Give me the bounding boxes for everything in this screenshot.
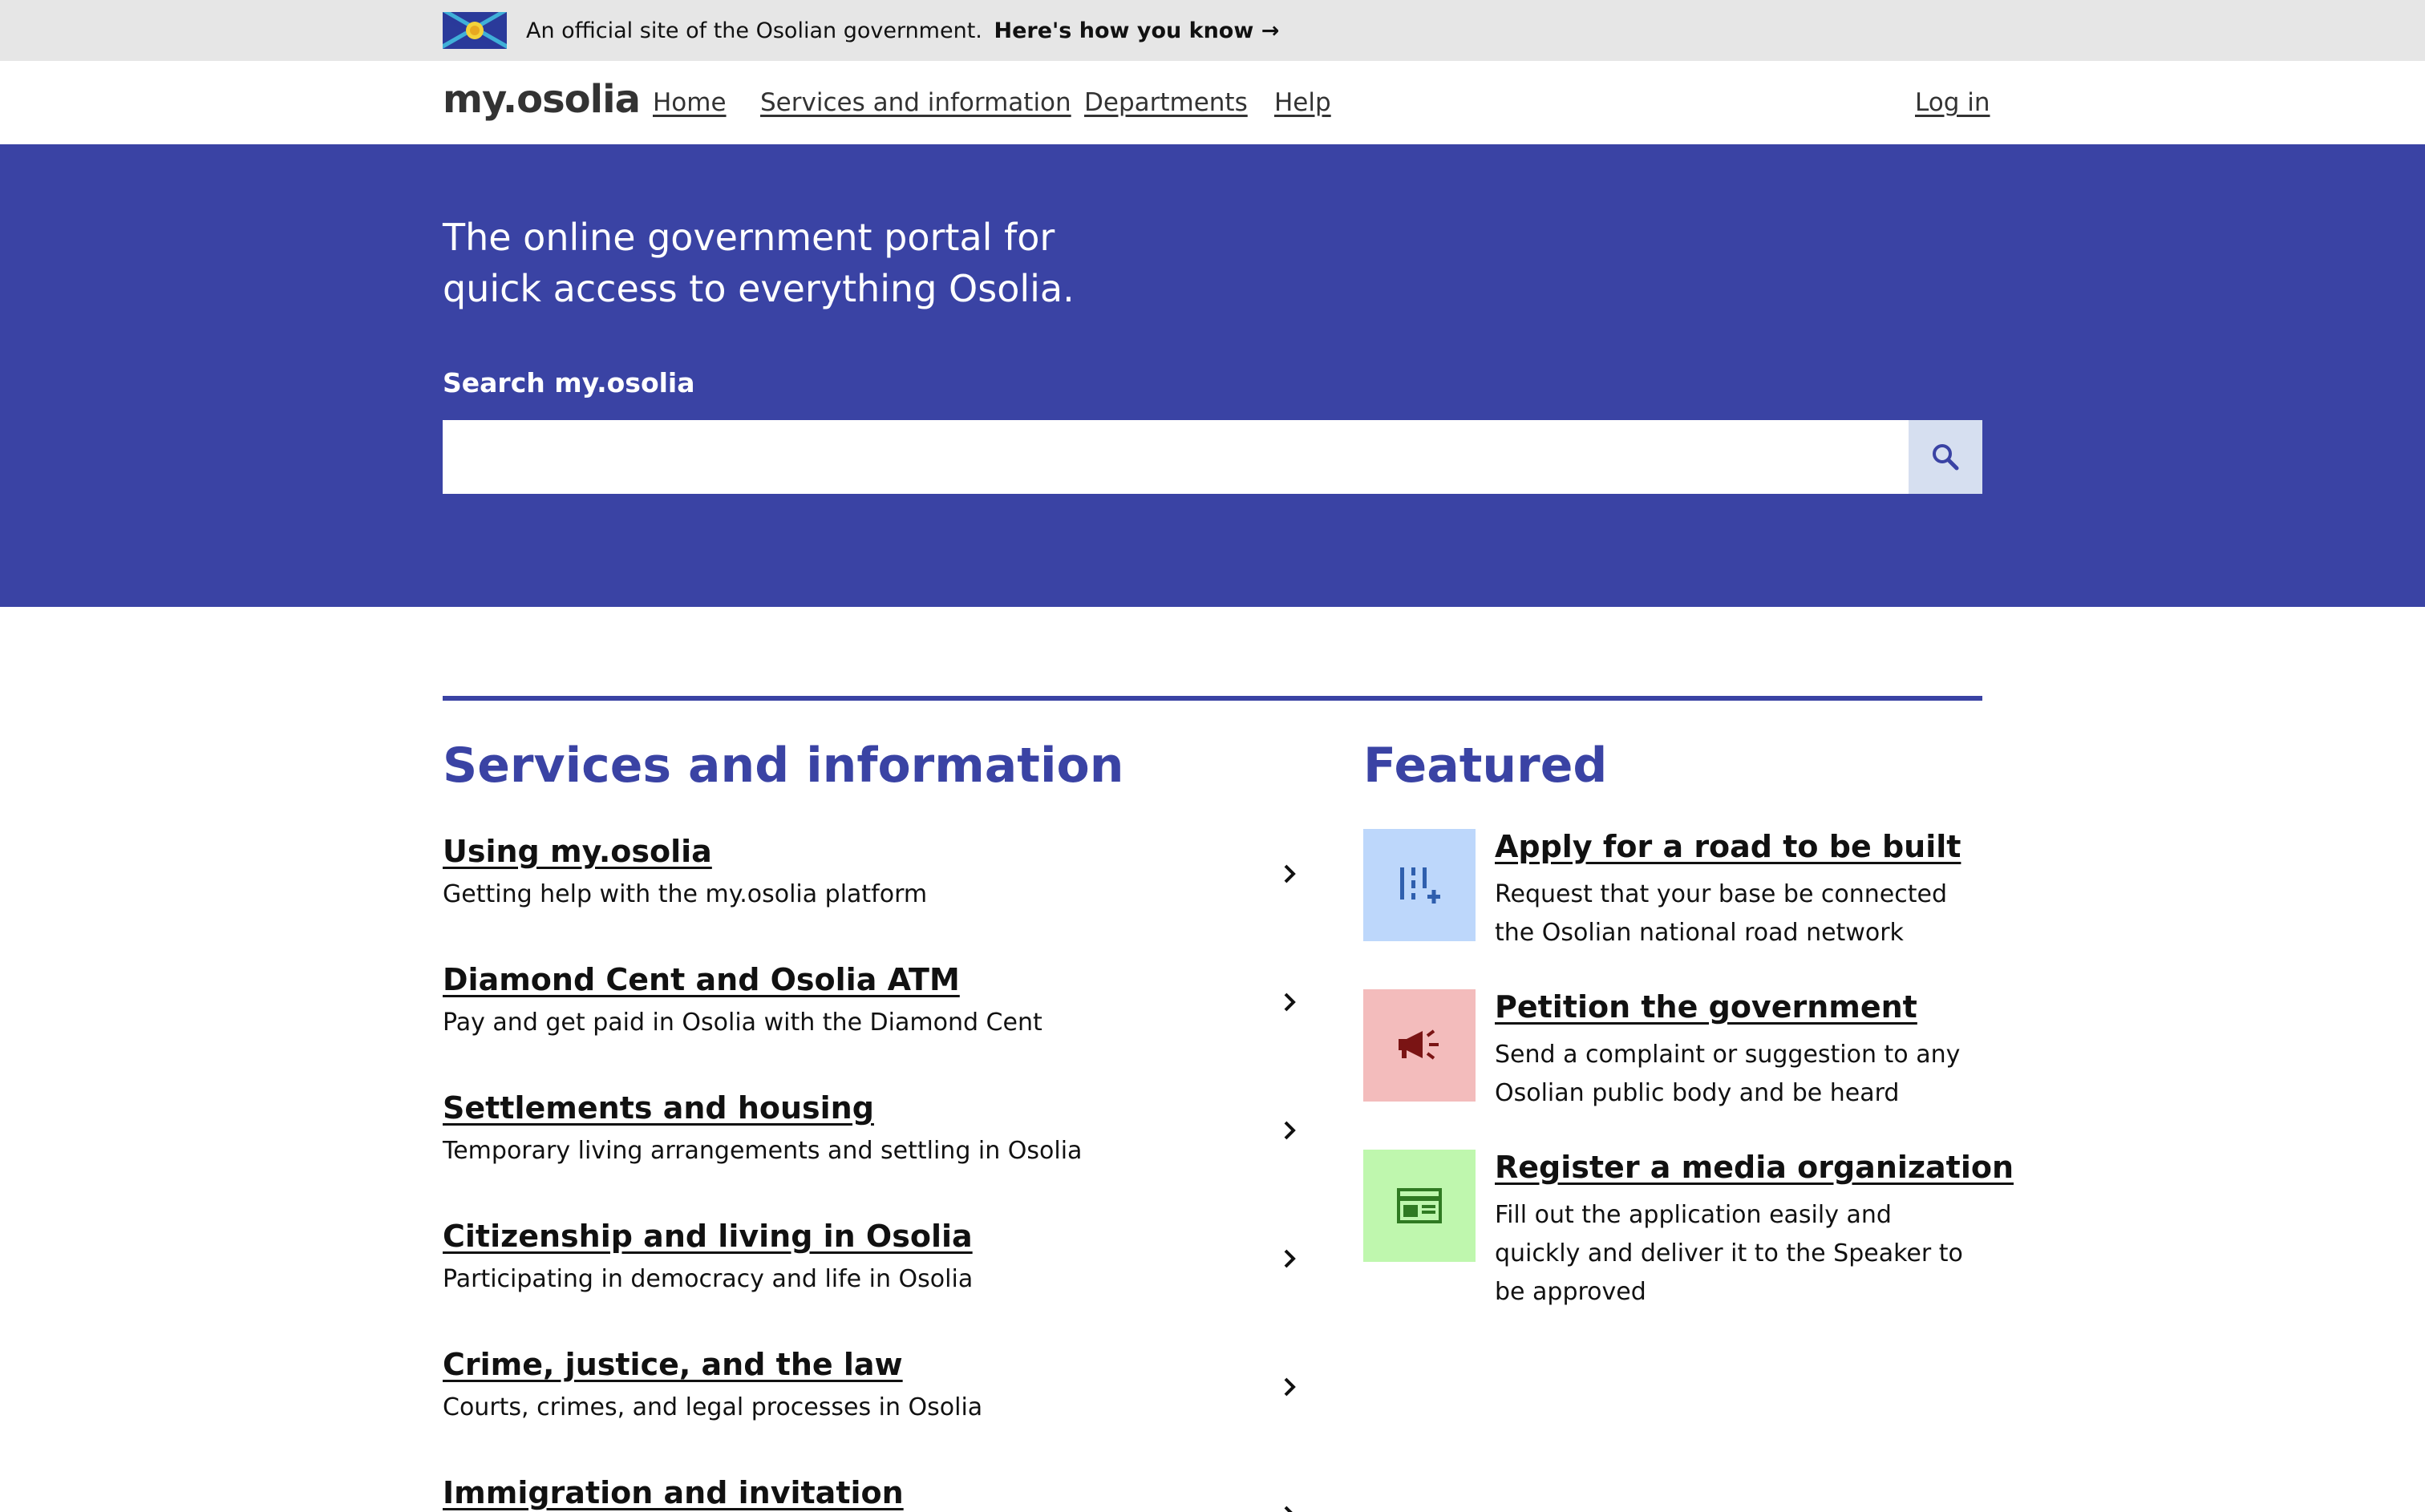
search-label: Search my.osolia: [443, 367, 695, 398]
osolia-flag-icon: [443, 12, 507, 49]
chevron-right-icon: [1284, 1121, 1296, 1140]
login-link[interactable]: Log in: [1915, 88, 1990, 117]
site-header: my.osolia Home Services and information …: [0, 61, 2425, 144]
megaphone-icon: [1399, 1029, 1439, 1060]
featured-description: Send a complaint or suggestion to any Os…: [1495, 1041, 1961, 1107]
chevron-right-icon: [1284, 864, 1296, 883]
featured-item[interactable]: Petition the government Send a complaint…: [1363, 989, 1982, 1134]
service-description: Participating in democracy and life in O…: [443, 1265, 974, 1293]
service-item[interactable]: Crime, justice, and the law Courts, crim…: [443, 1347, 1301, 1451]
featured-item[interactable]: Register a media organization Fill out t…: [1363, 1150, 2014, 1334]
nav-home[interactable]: Home: [653, 88, 727, 117]
featured-link[interactable]: Register a media organization: [1495, 1150, 2014, 1185]
service-description: Temporary living arrangements and settli…: [443, 1137, 1083, 1165]
featured-link[interactable]: Apply for a road to be built: [1495, 829, 1961, 864]
featured-link[interactable]: Petition the government: [1495, 989, 1917, 1025]
featured-icon-tile: [1363, 1150, 1476, 1262]
featured-description: Fill out the application easily and quic…: [1495, 1201, 1963, 1306]
featured-icon-tile: [1363, 829, 1476, 941]
search-icon: [1933, 444, 1959, 471]
featured-item[interactable]: Apply for a road to be built Request tha…: [1363, 829, 1982, 973]
service-item[interactable]: Citizenship and living in Osolia Partici…: [443, 1219, 1301, 1323]
service-description: Courts, crimes, and legal processes in O…: [443, 1393, 983, 1421]
search-input[interactable]: [443, 420, 1909, 494]
nav-help[interactable]: Help: [1274, 88, 1331, 117]
featured-description: Request that your base be connected the …: [1495, 880, 1948, 947]
service-item[interactable]: Immigration and invitation: [443, 1475, 1301, 1512]
official-text: An official site of the Osolian governme…: [526, 18, 1279, 43]
search-button[interactable]: [1909, 420, 1982, 494]
service-description: Getting help with the my.osolia platform: [443, 880, 928, 908]
service-item[interactable]: Settlements and housing Temporary living…: [443, 1090, 1301, 1195]
services-title: Services and information: [443, 738, 1124, 794]
featured-title: Featured: [1363, 738, 1608, 794]
section-divider: [443, 696, 1982, 701]
hero-title: The online government portal for quick a…: [443, 216, 1075, 310]
official-banner: An official site of the Osolian governme…: [0, 0, 2425, 61]
hero-section: The online government portal for quick a…: [0, 144, 2425, 607]
featured-icon-tile: [1363, 989, 1476, 1102]
service-link[interactable]: Using my.osolia: [443, 834, 712, 869]
newspaper-icon: [1397, 1188, 1442, 1223]
site-logo[interactable]: my.osolia: [443, 77, 641, 122]
nav-departments[interactable]: Departments: [1084, 88, 1248, 117]
service-link[interactable]: Citizenship and living in Osolia: [443, 1219, 973, 1254]
service-link[interactable]: Diamond Cent and Osolia ATM: [443, 962, 960, 997]
how-you-know-link[interactable]: Here's how you know →: [994, 18, 1279, 43]
service-link[interactable]: Immigration and invitation: [443, 1475, 904, 1510]
service-link[interactable]: Crime, justice, and the law: [443, 1347, 903, 1382]
chevron-right-icon: [1284, 993, 1296, 1012]
road-icon: [1400, 867, 1440, 904]
official-statement: An official site of the Osolian governme…: [526, 18, 982, 43]
chevron-right-icon: [1284, 1249, 1296, 1268]
service-link[interactable]: Settlements and housing: [443, 1090, 874, 1126]
service-item[interactable]: Using my.osolia Getting help with the my…: [443, 834, 1301, 938]
chevron-right-icon: [1284, 1506, 1293, 1512]
service-description: Pay and get paid in Osolia with the Diam…: [443, 1009, 1042, 1037]
chevron-right-icon: [1284, 1377, 1296, 1397]
nav-services-and-information[interactable]: Services and information: [760, 88, 1071, 117]
service-item[interactable]: Diamond Cent and Osolia ATM Pay and get …: [443, 962, 1301, 1066]
